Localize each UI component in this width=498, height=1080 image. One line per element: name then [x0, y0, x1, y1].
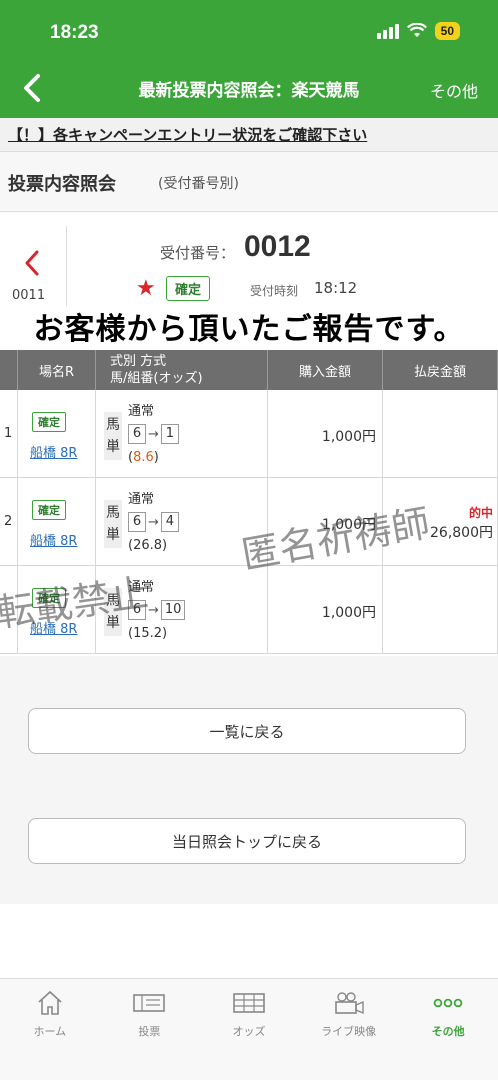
table-row: 1 確定 船橋 8R 馬単 通常 6 → 1 (8.6) 1,000円	[0, 390, 498, 478]
campaign-notice[interactable]: 【！】各キャンペーンエントリー状況をご確認下さい	[0, 118, 498, 152]
overlay-caption: お客様から頂いたご報告です。	[33, 312, 465, 347]
status-badge: 確定	[166, 276, 211, 301]
race-link[interactable]: 船橋 8R	[30, 442, 77, 461]
bet-method: 通常	[128, 404, 155, 419]
bet-combination: 6 → 1	[128, 424, 179, 444]
odds-table-icon	[233, 993, 265, 1013]
receipt-number: 0012	[244, 230, 311, 263]
row-number: 1	[4, 426, 13, 441]
app-header: 18:23 50 最新投票内容照会：楽天競馬 その他	[0, 0, 498, 118]
row-status-badge: 確定	[32, 500, 66, 520]
bet-method: 通常	[128, 492, 155, 507]
header-amount: 購入金額	[268, 350, 383, 390]
prev-receipt-icon[interactable]	[22, 248, 42, 278]
star-icon: ★	[136, 276, 156, 301]
payout-amount: 26,800円	[430, 525, 493, 541]
receipt-number-label: 受付番号：	[160, 244, 236, 262]
first-horse: 6	[128, 424, 146, 444]
back-to-top-button[interactable]: 当日照会トップに戻る	[28, 818, 466, 864]
tab-vote[interactable]: 投票	[100, 979, 200, 1080]
ticket-icon	[133, 994, 166, 1012]
tab-home[interactable]: ホーム	[0, 979, 100, 1080]
odds-value: 15.2	[133, 626, 163, 641]
header-type-line2: 馬/組番(オッズ)	[110, 371, 203, 386]
tab-odds-label: オッズ	[232, 1025, 266, 1038]
battery-indicator: 50	[434, 22, 460, 40]
tab-other[interactable]: その他	[398, 979, 498, 1080]
bet-combination: 6 → 4	[128, 512, 179, 532]
header-type: 式別 方式 馬/組番(オッズ)	[96, 350, 268, 390]
divider	[66, 226, 67, 306]
table-header: 場名R 式別 方式 馬/組番(オッズ) 購入金額 払戻金額	[0, 350, 498, 390]
action-area: 一覧に戻る 当日照会トップに戻る	[0, 656, 498, 904]
first-horse: 6	[128, 512, 146, 532]
status-icons: 50	[376, 22, 460, 40]
header-index	[0, 350, 18, 390]
second-horse: 10	[160, 600, 186, 620]
second-horse: 4	[160, 512, 179, 532]
odds-close-paren: )	[162, 626, 168, 641]
row-number: 2	[4, 514, 13, 529]
arrow-right-icon: →	[148, 426, 159, 442]
prev-receipt-number[interactable]: 0011	[12, 288, 45, 303]
race-link[interactable]: 船橋 8R	[30, 530, 77, 549]
signal-icon	[376, 23, 399, 39]
odds-close-paren: )	[162, 538, 168, 553]
purchase-amount: 1,000円	[321, 605, 376, 621]
hit-badge: 的中	[468, 506, 493, 520]
tab-live-video-label: ライブ映像	[321, 1025, 377, 1038]
odds: (26.8)	[128, 538, 167, 553]
other-menu-button[interactable]: その他	[430, 78, 478, 102]
header-venue: 場名R	[18, 350, 96, 390]
odds: (15.2)	[128, 626, 167, 641]
campaign-notice-link[interactable]: 【！】各キャンペーンエントリー状況をご確認下さい	[8, 124, 367, 145]
video-camera-icon	[334, 992, 364, 1015]
receipt-time-value: 18:12	[314, 279, 358, 297]
tab-vote-label: 投票	[138, 1025, 161, 1038]
tab-live-video[interactable]: ライブ映像	[299, 979, 399, 1080]
odds-value: 26.8	[133, 538, 163, 553]
bet-type: 馬単	[104, 500, 122, 548]
tab-odds[interactable]: オッズ	[199, 979, 299, 1080]
bottom-tab-bar: ホーム 投票 オッズ ライブ映像 その他	[0, 978, 498, 1080]
odds: (8.6)	[128, 450, 159, 465]
section-title: 投票内容照会	[8, 174, 116, 195]
header-type-line1: 式別 方式	[110, 354, 167, 369]
wifi-icon	[406, 23, 427, 37]
more-dots-icon	[433, 998, 463, 1008]
second-horse: 1	[160, 424, 179, 444]
tab-other-label: その他	[431, 1025, 465, 1038]
purchase-amount: 1,000円	[321, 429, 376, 445]
section-header: 投票内容照会 (受付番号別)	[0, 152, 498, 212]
odds-close-paren: )	[153, 450, 159, 465]
arrow-right-icon: →	[148, 514, 159, 530]
receipt-time-label: 受付時刻	[250, 284, 299, 298]
header-payout: 払戻金額	[383, 350, 498, 390]
page-title: 最新投票内容照会：楽天競馬	[138, 81, 360, 101]
status-time: 18:23	[50, 22, 99, 43]
back-to-list-button[interactable]: 一覧に戻る	[28, 708, 466, 754]
odds-value: 8.6	[133, 450, 154, 465]
home-icon	[38, 990, 62, 1015]
tab-home-label: ホーム	[33, 1025, 67, 1038]
bet-type: 馬単	[104, 412, 122, 460]
section-subtitle: (受付番号別)	[158, 176, 239, 192]
row-status-badge: 確定	[32, 412, 66, 432]
